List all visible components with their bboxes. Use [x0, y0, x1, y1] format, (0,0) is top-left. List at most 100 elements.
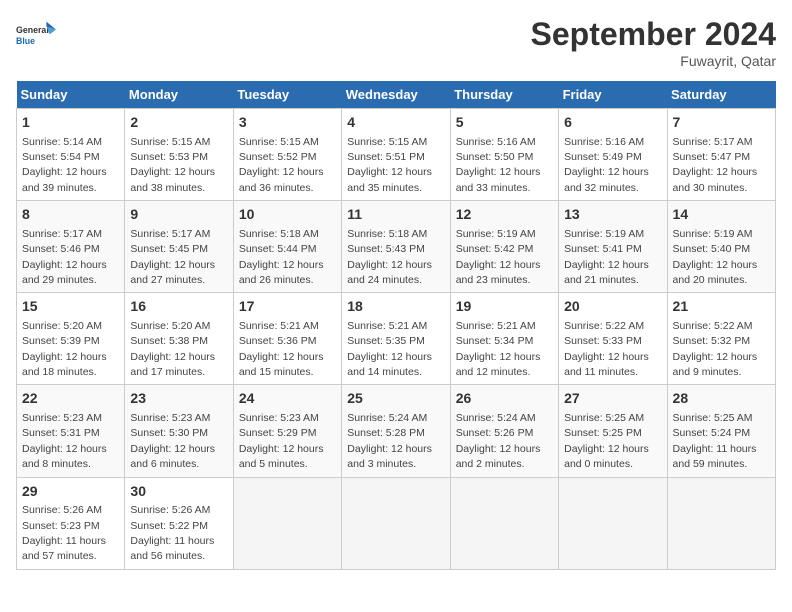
day-info: Sunrise: 5:21 AMSunset: 5:34 PMDaylight:… [456, 320, 541, 378]
calendar-day-cell: 2 Sunrise: 5:15 AMSunset: 5:53 PMDayligh… [125, 109, 233, 201]
day-number: 25 [347, 389, 444, 409]
calendar-week-row: 15 Sunrise: 5:20 AMSunset: 5:39 PMDaylig… [17, 293, 776, 385]
calendar-day-cell [450, 477, 558, 569]
calendar-table: SundayMondayTuesdayWednesdayThursdayFrid… [16, 81, 776, 570]
calendar-day-cell: 6 Sunrise: 5:16 AMSunset: 5:49 PMDayligh… [559, 109, 667, 201]
calendar-day-cell [559, 477, 667, 569]
calendar-day-cell: 11 Sunrise: 5:18 AMSunset: 5:43 PMDaylig… [342, 201, 450, 293]
day-info: Sunrise: 5:15 AMSunset: 5:51 PMDaylight:… [347, 136, 432, 194]
day-number: 4 [347, 113, 444, 133]
day-number: 19 [456, 297, 553, 317]
calendar-day-cell: 25 Sunrise: 5:24 AMSunset: 5:28 PMDaylig… [342, 385, 450, 477]
day-info: Sunrise: 5:23 AMSunset: 5:31 PMDaylight:… [22, 412, 107, 470]
day-info: Sunrise: 5:25 AMSunset: 5:24 PMDaylight:… [673, 412, 757, 470]
day-info: Sunrise: 5:24 AMSunset: 5:26 PMDaylight:… [456, 412, 541, 470]
day-number: 15 [22, 297, 119, 317]
calendar-day-cell: 5 Sunrise: 5:16 AMSunset: 5:50 PMDayligh… [450, 109, 558, 201]
calendar-day-cell [667, 477, 775, 569]
calendar-day-cell: 4 Sunrise: 5:15 AMSunset: 5:51 PMDayligh… [342, 109, 450, 201]
day-number: 17 [239, 297, 336, 317]
day-info: Sunrise: 5:18 AMSunset: 5:44 PMDaylight:… [239, 228, 324, 286]
day-info: Sunrise: 5:26 AMSunset: 5:22 PMDaylight:… [130, 504, 214, 562]
day-info: Sunrise: 5:22 AMSunset: 5:33 PMDaylight:… [564, 320, 649, 378]
calendar-day-cell: 30 Sunrise: 5:26 AMSunset: 5:22 PMDaylig… [125, 477, 233, 569]
svg-text:Blue: Blue [16, 36, 35, 46]
day-number: 13 [564, 205, 661, 225]
calendar-day-cell: 12 Sunrise: 5:19 AMSunset: 5:42 PMDaylig… [450, 201, 558, 293]
day-info: Sunrise: 5:18 AMSunset: 5:43 PMDaylight:… [347, 228, 432, 286]
day-number: 27 [564, 389, 661, 409]
logo-bird-icon: General Blue [16, 16, 56, 56]
weekday-header: Friday [559, 81, 667, 109]
calendar-day-cell: 14 Sunrise: 5:19 AMSunset: 5:40 PMDaylig… [667, 201, 775, 293]
calendar-day-cell: 1 Sunrise: 5:14 AMSunset: 5:54 PMDayligh… [17, 109, 125, 201]
calendar-day-cell: 9 Sunrise: 5:17 AMSunset: 5:45 PMDayligh… [125, 201, 233, 293]
calendar-day-cell: 16 Sunrise: 5:20 AMSunset: 5:38 PMDaylig… [125, 293, 233, 385]
svg-text:General: General [16, 25, 49, 35]
day-info: Sunrise: 5:26 AMSunset: 5:23 PMDaylight:… [22, 504, 106, 562]
weekday-header: Wednesday [342, 81, 450, 109]
calendar-day-cell: 7 Sunrise: 5:17 AMSunset: 5:47 PMDayligh… [667, 109, 775, 201]
day-info: Sunrise: 5:20 AMSunset: 5:38 PMDaylight:… [130, 320, 215, 378]
day-number: 29 [22, 482, 119, 502]
title-section: September 2024 Fuwayrit, Qatar [531, 16, 776, 69]
day-number: 1 [22, 113, 119, 133]
calendar-day-cell: 22 Sunrise: 5:23 AMSunset: 5:31 PMDaylig… [17, 385, 125, 477]
day-number: 7 [673, 113, 770, 133]
day-number: 16 [130, 297, 227, 317]
day-info: Sunrise: 5:15 AMSunset: 5:52 PMDaylight:… [239, 136, 324, 194]
calendar-day-cell: 19 Sunrise: 5:21 AMSunset: 5:34 PMDaylig… [450, 293, 558, 385]
weekday-header: Monday [125, 81, 233, 109]
calendar-day-cell: 23 Sunrise: 5:23 AMSunset: 5:30 PMDaylig… [125, 385, 233, 477]
day-info: Sunrise: 5:16 AMSunset: 5:49 PMDaylight:… [564, 136, 649, 194]
day-number: 12 [456, 205, 553, 225]
day-number: 6 [564, 113, 661, 133]
day-number: 9 [130, 205, 227, 225]
day-number: 11 [347, 205, 444, 225]
day-info: Sunrise: 5:25 AMSunset: 5:25 PMDaylight:… [564, 412, 649, 470]
calendar-day-cell: 17 Sunrise: 5:21 AMSunset: 5:36 PMDaylig… [233, 293, 341, 385]
calendar-day-cell: 10 Sunrise: 5:18 AMSunset: 5:44 PMDaylig… [233, 201, 341, 293]
day-number: 24 [239, 389, 336, 409]
calendar-day-cell: 27 Sunrise: 5:25 AMSunset: 5:25 PMDaylig… [559, 385, 667, 477]
day-info: Sunrise: 5:19 AMSunset: 5:42 PMDaylight:… [456, 228, 541, 286]
calendar-day-cell [233, 477, 341, 569]
page-header: General Blue September 2024 Fuwayrit, Qa… [16, 16, 776, 69]
day-info: Sunrise: 5:15 AMSunset: 5:53 PMDaylight:… [130, 136, 215, 194]
day-info: Sunrise: 5:14 AMSunset: 5:54 PMDaylight:… [22, 136, 107, 194]
location-subtitle: Fuwayrit, Qatar [531, 53, 776, 69]
calendar-day-cell: 26 Sunrise: 5:24 AMSunset: 5:26 PMDaylig… [450, 385, 558, 477]
day-info: Sunrise: 5:22 AMSunset: 5:32 PMDaylight:… [673, 320, 758, 378]
day-number: 22 [22, 389, 119, 409]
day-info: Sunrise: 5:21 AMSunset: 5:36 PMDaylight:… [239, 320, 324, 378]
day-info: Sunrise: 5:19 AMSunset: 5:40 PMDaylight:… [673, 228, 758, 286]
day-info: Sunrise: 5:21 AMSunset: 5:35 PMDaylight:… [347, 320, 432, 378]
calendar-week-row: 29 Sunrise: 5:26 AMSunset: 5:23 PMDaylig… [17, 477, 776, 569]
weekday-header-row: SundayMondayTuesdayWednesdayThursdayFrid… [17, 81, 776, 109]
calendar-day-cell: 21 Sunrise: 5:22 AMSunset: 5:32 PMDaylig… [667, 293, 775, 385]
day-number: 23 [130, 389, 227, 409]
day-info: Sunrise: 5:17 AMSunset: 5:46 PMDaylight:… [22, 228, 107, 286]
calendar-day-cell [342, 477, 450, 569]
calendar-day-cell: 3 Sunrise: 5:15 AMSunset: 5:52 PMDayligh… [233, 109, 341, 201]
day-number: 14 [673, 205, 770, 225]
calendar-day-cell: 18 Sunrise: 5:21 AMSunset: 5:35 PMDaylig… [342, 293, 450, 385]
calendar-week-row: 8 Sunrise: 5:17 AMSunset: 5:46 PMDayligh… [17, 201, 776, 293]
day-number: 10 [239, 205, 336, 225]
weekday-header: Saturday [667, 81, 775, 109]
day-info: Sunrise: 5:17 AMSunset: 5:47 PMDaylight:… [673, 136, 758, 194]
day-info: Sunrise: 5:19 AMSunset: 5:41 PMDaylight:… [564, 228, 649, 286]
calendar-week-row: 1 Sunrise: 5:14 AMSunset: 5:54 PMDayligh… [17, 109, 776, 201]
day-number: 8 [22, 205, 119, 225]
day-number: 3 [239, 113, 336, 133]
day-info: Sunrise: 5:24 AMSunset: 5:28 PMDaylight:… [347, 412, 432, 470]
day-info: Sunrise: 5:20 AMSunset: 5:39 PMDaylight:… [22, 320, 107, 378]
day-number: 21 [673, 297, 770, 317]
day-number: 28 [673, 389, 770, 409]
day-number: 20 [564, 297, 661, 317]
day-number: 2 [130, 113, 227, 133]
calendar-day-cell: 20 Sunrise: 5:22 AMSunset: 5:33 PMDaylig… [559, 293, 667, 385]
calendar-day-cell: 13 Sunrise: 5:19 AMSunset: 5:41 PMDaylig… [559, 201, 667, 293]
day-number: 30 [130, 482, 227, 502]
day-info: Sunrise: 5:23 AMSunset: 5:30 PMDaylight:… [130, 412, 215, 470]
